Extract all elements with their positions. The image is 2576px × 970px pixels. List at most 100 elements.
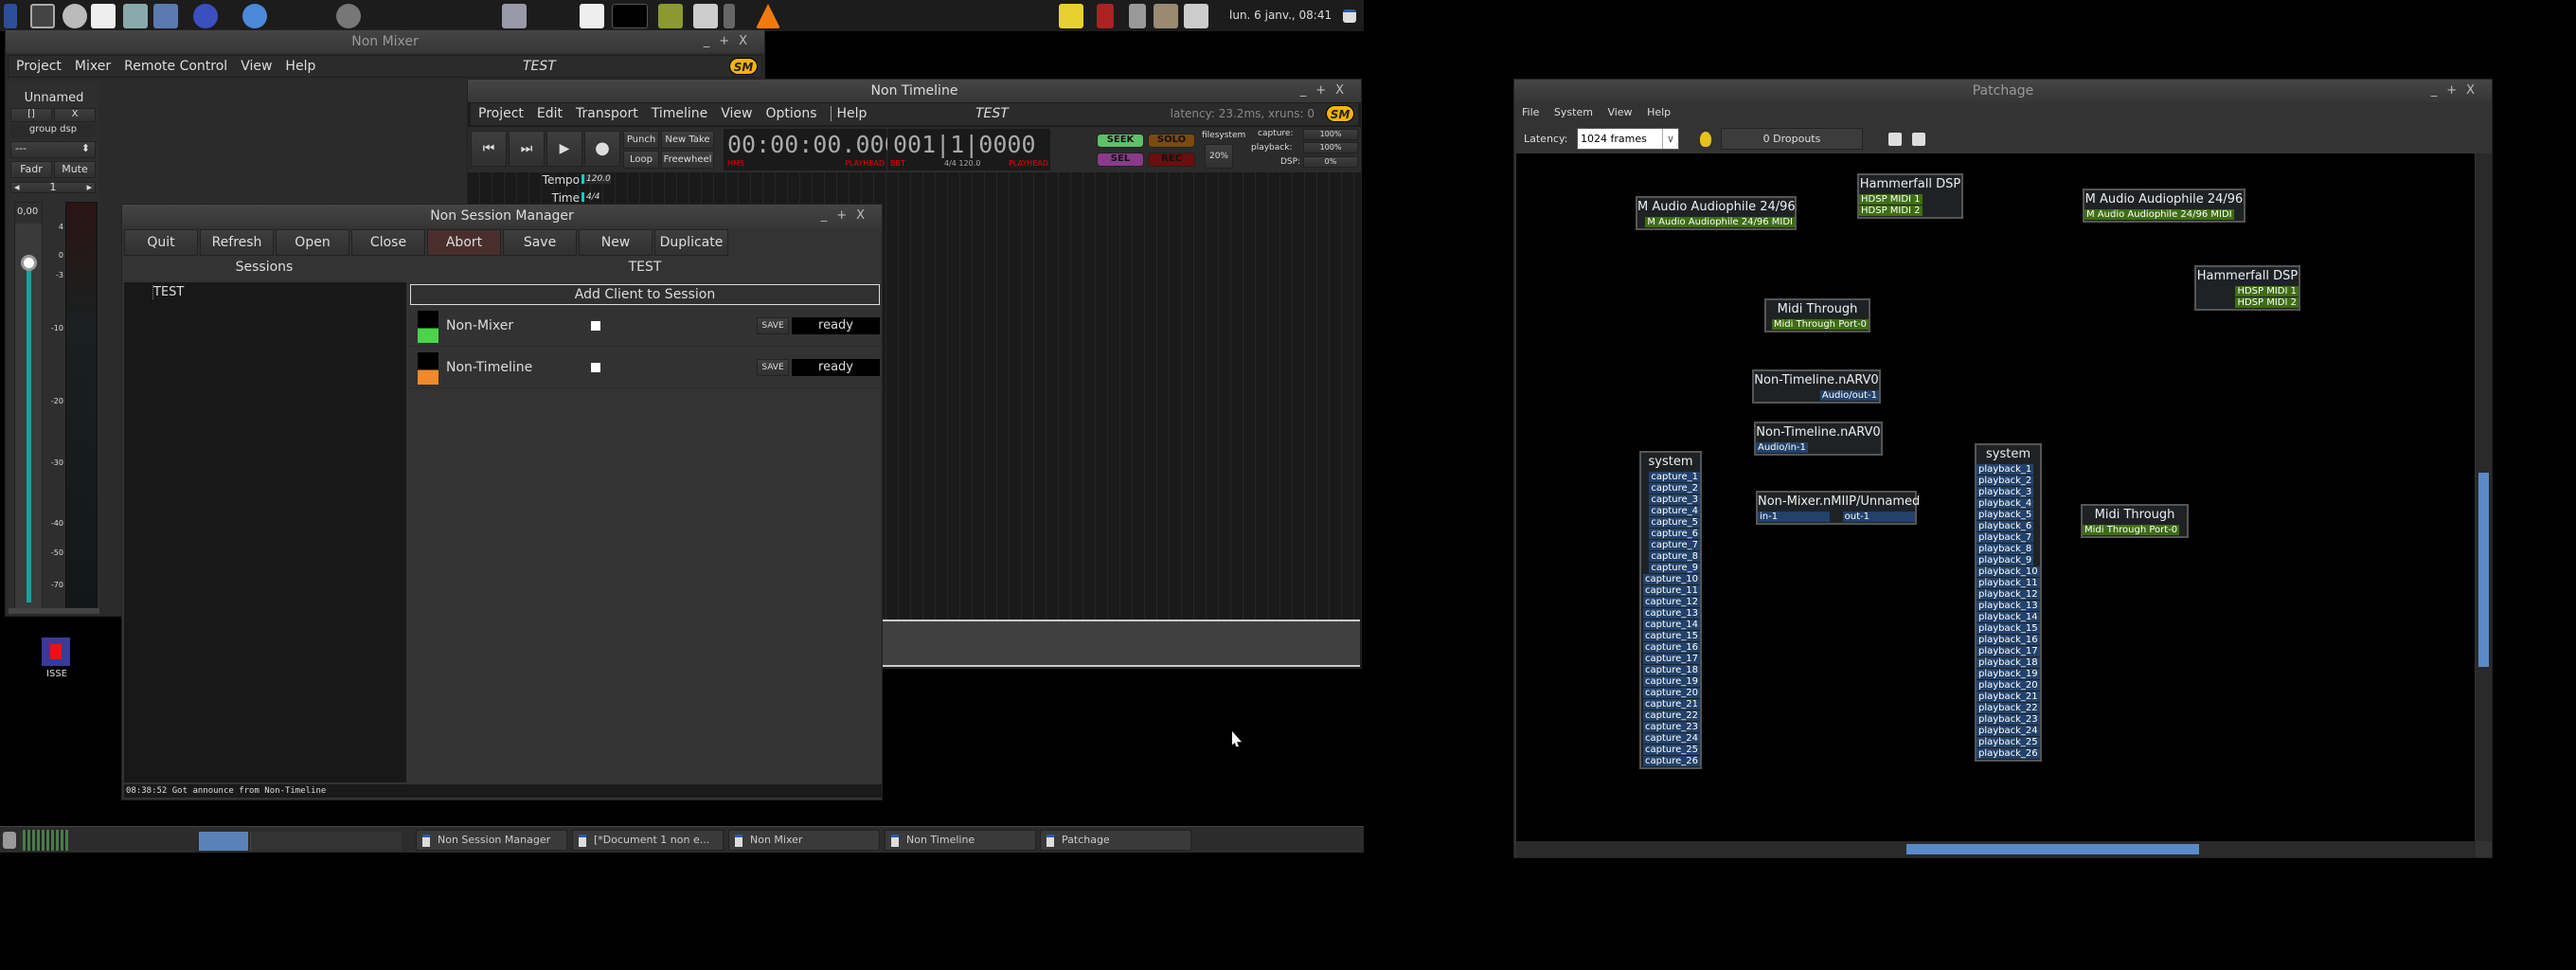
- group-select[interactable]: --- ⬍: [10, 141, 96, 158]
- strip-name[interactable]: Unnamed: [9, 91, 99, 105]
- port[interactable]: Midi Through Port-0: [1771, 319, 1869, 331]
- menu-mixer[interactable]: Mixer: [75, 59, 111, 74]
- fader-mode-button[interactable]: Fadr: [10, 161, 52, 178]
- add-client-button[interactable]: Add Client to Session: [410, 284, 880, 305]
- port[interactable]: capture_16: [1642, 642, 1700, 654]
- clipboard-icon[interactable]: [1154, 4, 1178, 28]
- menu-help[interactable]: Help: [1647, 106, 1671, 118]
- trash-icon[interactable]: [658, 4, 683, 28]
- menu-edit[interactable]: Edit: [537, 106, 563, 121]
- horizontal-scroll-thumb[interactable]: [1906, 844, 2199, 854]
- toolbar-save-button[interactable]: Save: [503, 229, 577, 256]
- port[interactable]: capture_24: [1642, 733, 1700, 745]
- client-save-button[interactable]: SAVE: [757, 317, 789, 334]
- title-bar[interactable]: Non Mixer _+X: [6, 30, 764, 53]
- sel-button[interactable]: SEL: [1097, 153, 1144, 167]
- menu-icon[interactable]: [3, 832, 16, 849]
- toolbar-close-button[interactable]: Close: [351, 229, 425, 256]
- toolbar-abort-button[interactable]: Abort: [427, 229, 501, 256]
- menu-view[interactable]: View: [1607, 106, 1632, 118]
- port[interactable]: capture_8: [1649, 551, 1700, 563]
- port[interactable]: HDSP MIDI 2: [1859, 206, 1923, 217]
- port[interactable]: playback_11: [1977, 578, 2040, 589]
- patch-node[interactable]: M Audio Audiophile 24/96 M Audio Audiophi…: [2083, 189, 2245, 223]
- port[interactable]: playback_5: [1977, 510, 2034, 521]
- port[interactable]: capture_11: [1642, 585, 1700, 597]
- chromium-icon[interactable]: [242, 4, 267, 28]
- client-gui-checkbox[interactable]: [588, 318, 603, 333]
- tempo-point[interactable]: 120.0: [581, 174, 611, 184]
- right-arrow-icon[interactable]: ▸: [86, 182, 92, 192]
- port[interactable]: capture_19: [1642, 676, 1700, 688]
- session-item[interactable]: TEST: [152, 285, 184, 299]
- cpu-monitor-icon[interactable]: [612, 4, 648, 28]
- computer-icon[interactable]: [123, 4, 148, 28]
- port[interactable]: playback_4: [1977, 498, 2034, 510]
- patch-node[interactable]: Midi Through Midi Through Port-0: [2081, 504, 2189, 538]
- scissors-icon[interactable]: [1129, 4, 1146, 28]
- isse-icon-label[interactable]: ISSE: [38, 669, 76, 679]
- port[interactable]: capture_13: [1642, 608, 1700, 620]
- port[interactable]: playback_6: [1977, 521, 2034, 532]
- port[interactable]: playback_25: [1977, 737, 2040, 748]
- toolbar-new-button[interactable]: New: [579, 229, 653, 256]
- gain-fader[interactable]: 0,00: [14, 202, 43, 611]
- port[interactable]: playback_1: [1977, 464, 2034, 476]
- port[interactable]: capture_4: [1649, 506, 1700, 517]
- port[interactable]: capture_15: [1642, 631, 1700, 642]
- zoom-normal-icon[interactable]: [1888, 133, 1902, 146]
- strip-width-button[interactable]: []: [10, 108, 52, 122]
- menu-help[interactable]: Help: [830, 106, 868, 121]
- port[interactable]: capture_21: [1642, 699, 1700, 710]
- title-bar[interactable]: Patchage _+X: [1514, 80, 2492, 102]
- pen-icon[interactable]: [724, 4, 735, 28]
- patch-node[interactable]: Non-Timeline.nARV0 Audio/out-1: [1752, 369, 1881, 404]
- title-bar[interactable]: Non Timeline _+X: [468, 80, 1361, 102]
- toolbar-quit-button[interactable]: Quit: [124, 229, 198, 256]
- port[interactable]: playback_9: [1977, 555, 2034, 566]
- port[interactable]: capture_7: [1649, 540, 1700, 551]
- menu-remote-control[interactable]: Remote Control: [124, 59, 227, 74]
- text-editor-icon[interactable]: [91, 4, 116, 28]
- port[interactable]: Midi Through Port-0: [2083, 525, 2180, 536]
- loop-button[interactable]: Loop: [623, 151, 659, 169]
- port[interactable]: capture_14: [1642, 620, 1700, 631]
- rec-button[interactable]: REC: [1148, 153, 1195, 167]
- port[interactable]: playback_7: [1977, 532, 2034, 544]
- window-switcher-icon[interactable]: [693, 4, 718, 28]
- strip-close-button[interactable]: X: [54, 108, 96, 122]
- patch-node[interactable]: Midi Through Midi Through Port-0: [1764, 298, 1870, 332]
- menu-icon[interactable]: [4, 4, 17, 28]
- port[interactable]: capture_1: [1649, 472, 1700, 483]
- time-signature-point[interactable]: 4/4: [581, 192, 599, 202]
- record-button[interactable]: ●: [584, 131, 620, 167]
- rewind-button[interactable]: ⏮: [471, 131, 507, 167]
- port[interactable]: playback_23: [1977, 714, 2040, 726]
- strip-scrollbar[interactable]: [9, 608, 99, 614]
- port[interactable]: playback_26: [1977, 748, 2040, 760]
- isse-desktop-icon[interactable]: [42, 638, 70, 666]
- port[interactable]: playback_24: [1977, 726, 2040, 737]
- fader-knob[interactable]: [21, 255, 37, 271]
- patch-node[interactable]: Hammerfall DSP HDSP MIDI 1 HDSP MIDI 2: [1857, 173, 1963, 219]
- port[interactable]: playback_16: [1977, 635, 2040, 646]
- settings-gear-icon[interactable]: [336, 4, 361, 28]
- switch-icon[interactable]: [580, 4, 604, 28]
- menu-help[interactable]: Help: [285, 59, 315, 74]
- workspace-switcher[interactable]: [250, 832, 402, 851]
- show-desktop-icon[interactable]: [1343, 9, 1356, 23]
- menu-view[interactable]: View: [721, 106, 752, 121]
- clear-dropouts-icon[interactable]: [1700, 132, 1711, 147]
- port[interactable]: playback_8: [1977, 544, 2034, 555]
- toolbar-duplicate-button[interactable]: Duplicate: [654, 229, 728, 256]
- port[interactable]: playback_2: [1977, 476, 2034, 487]
- port[interactable]: capture_26: [1642, 756, 1700, 767]
- tray-tool-icon[interactable]: [1097, 4, 1114, 28]
- port[interactable]: playback_13: [1977, 601, 2040, 612]
- workspace-1[interactable]: [199, 832, 248, 851]
- eraser-icon[interactable]: [1184, 4, 1208, 28]
- terminal-icon[interactable]: [30, 4, 55, 28]
- title-bar[interactable]: Non Session Manager _+X: [122, 205, 882, 227]
- port[interactable]: capture_10: [1642, 574, 1700, 585]
- port[interactable]: playback_12: [1977, 589, 2040, 601]
